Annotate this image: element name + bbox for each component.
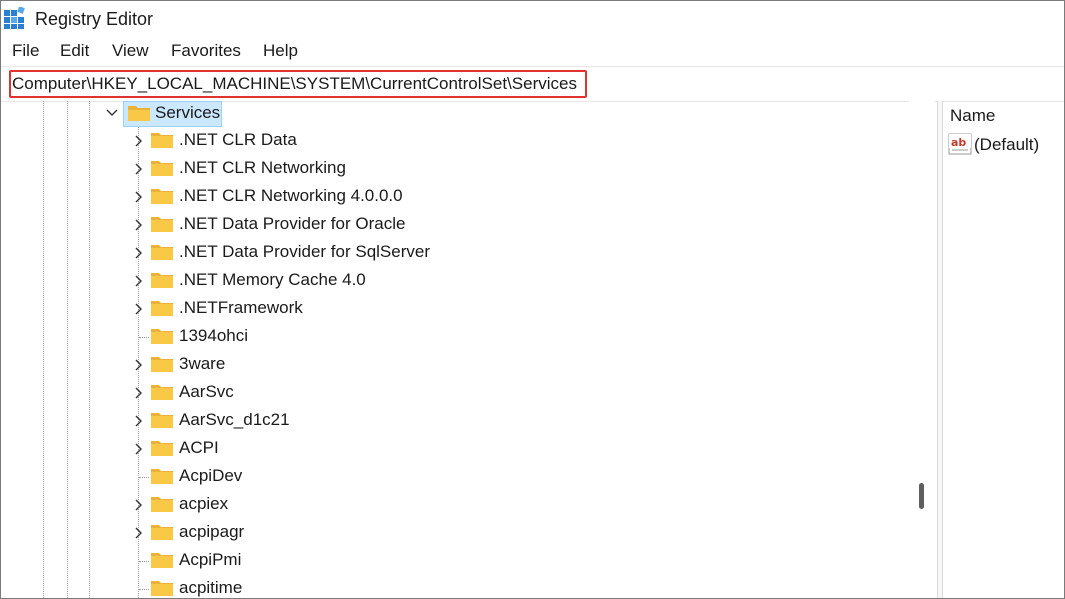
- tree-node-label: acpipagr: [179, 522, 245, 541]
- folder-icon: [151, 497, 173, 512]
- tree-node-label: AcpiDev: [179, 466, 243, 485]
- tree-connector-line: [139, 477, 149, 478]
- chevron-right-icon[interactable]: [131, 246, 145, 260]
- chevron-right-icon[interactable]: [131, 526, 145, 540]
- folder-icon: [151, 441, 173, 456]
- tree-node-label: .NET Data Provider for SqlServer: [179, 242, 430, 261]
- value-name: (Default): [974, 135, 1040, 154]
- menu-view[interactable]: View: [112, 41, 149, 61]
- scrollbar-thumb[interactable]: [919, 483, 924, 509]
- tree-node[interactable]: .NET Data Provider for SqlServer: [1, 239, 909, 267]
- chevron-right-icon[interactable]: [131, 218, 145, 232]
- window-title: Registry Editor: [35, 9, 154, 29]
- folder-icon: [151, 525, 173, 540]
- folder-icon: [151, 385, 173, 400]
- registry-editor-window: Registry Editor File Edit View Favorites…: [0, 0, 1065, 599]
- folder-icon: [151, 217, 173, 232]
- menu-edit[interactable]: Edit: [60, 41, 89, 61]
- folder-icon: [151, 581, 173, 596]
- chevron-right-icon[interactable]: [131, 274, 145, 288]
- chevron-right-icon[interactable]: [131, 442, 145, 456]
- value-row-default[interactable]: ab (Default): [947, 131, 1064, 157]
- address-bar: [1, 66, 1064, 102]
- folder-icon: [151, 329, 173, 344]
- tree-node[interactable]: .NET Data Provider for Oracle: [1, 211, 909, 239]
- tree-connector-line: [139, 589, 149, 590]
- svg-text:ab: ab: [951, 136, 966, 149]
- folder-icon: [151, 189, 173, 204]
- folder-open-icon: [128, 106, 150, 121]
- tree-node-services[interactable]: Services: [1, 101, 909, 129]
- chevron-right-icon[interactable]: [131, 134, 145, 148]
- key-tree-pane: Services .NET CLR Data .NET CLR Networkin…: [1, 101, 909, 598]
- string-value-icon: ab: [948, 133, 972, 155]
- tree-node-label: .NET CLR Networking: [179, 158, 346, 177]
- tree-node-label: AarSvc: [179, 382, 234, 401]
- tree-node-label: ACPI: [179, 438, 219, 457]
- tree-node[interactable]: AarSvc_d1c21: [1, 407, 909, 435]
- column-header-name[interactable]: Name: [950, 106, 995, 126]
- tree-node[interactable]: AcpiPmi: [1, 547, 909, 575]
- menu-file[interactable]: File: [12, 41, 39, 61]
- tree-connector-line: [139, 561, 149, 562]
- title-bar[interactable]: Registry Editor: [1, 1, 1064, 37]
- tree-node[interactable]: .NET Memory Cache 4.0: [1, 267, 909, 295]
- tree-node-label: acpitime: [179, 578, 243, 597]
- menu-favorites[interactable]: Favorites: [171, 41, 241, 61]
- folder-icon: [151, 301, 173, 316]
- tree-node[interactable]: .NET CLR Networking: [1, 155, 909, 183]
- chevron-right-icon[interactable]: [131, 498, 145, 512]
- tree-node-label: .NET CLR Data: [179, 130, 297, 149]
- address-input[interactable]: [9, 70, 587, 98]
- tree-scrollbar[interactable]: [909, 101, 935, 598]
- tree-node-label: .NET Data Provider for Oracle: [179, 214, 406, 233]
- tree-node-label: Services: [155, 103, 221, 122]
- tree-node-label: AarSvc_d1c21: [179, 410, 290, 429]
- chevron-right-icon[interactable]: [131, 162, 145, 176]
- tree-node[interactable]: acpiex: [1, 491, 909, 519]
- tree-node-label: 3ware: [179, 354, 226, 373]
- tree-node-label: 1394ohci: [179, 326, 249, 345]
- folder-icon: [151, 357, 173, 372]
- tree-node[interactable]: .NET CLR Data: [1, 127, 909, 155]
- tree-node[interactable]: acpitime: [1, 575, 909, 598]
- folder-icon: [151, 161, 173, 176]
- folder-icon: [151, 469, 173, 484]
- tree-node[interactable]: .NET CLR Networking 4.0.0.0: [1, 183, 909, 211]
- tree-node-label: .NETFramework: [179, 298, 303, 317]
- tree-node-label: AcpiPmi: [179, 550, 242, 569]
- tree-node-label: acpiex: [179, 494, 229, 513]
- menu-help[interactable]: Help: [263, 41, 298, 61]
- folder-icon: [151, 273, 173, 288]
- tree-node[interactable]: 1394ohci: [1, 323, 909, 351]
- values-pane: Name ab (Default): [943, 101, 1064, 598]
- folder-icon: [151, 413, 173, 428]
- chevron-down-icon[interactable]: [105, 106, 119, 120]
- tree-node[interactable]: 3ware: [1, 351, 909, 379]
- folder-icon: [151, 245, 173, 260]
- folder-icon: [151, 553, 173, 568]
- menu-bar: File Edit View Favorites Help: [1, 38, 1064, 64]
- tree-node-label: .NET CLR Networking 4.0.0.0: [179, 186, 403, 205]
- tree-node[interactable]: acpipagr: [1, 519, 909, 547]
- registry-editor-app-icon: [4, 7, 25, 29]
- tree-node[interactable]: .NETFramework: [1, 295, 909, 323]
- chevron-right-icon[interactable]: [131, 190, 145, 204]
- folder-icon: [151, 133, 173, 148]
- chevron-right-icon[interactable]: [131, 358, 145, 372]
- tree-connector-line: [139, 337, 149, 338]
- chevron-right-icon[interactable]: [131, 302, 145, 316]
- tree-node[interactable]: AcpiDev: [1, 463, 909, 491]
- tree-node[interactable]: ACPI: [1, 435, 909, 463]
- chevron-right-icon[interactable]: [131, 414, 145, 428]
- chevron-right-icon[interactable]: [131, 386, 145, 400]
- tree-node-label: .NET Memory Cache 4.0: [179, 270, 366, 289]
- tree-node[interactable]: AarSvc: [1, 379, 909, 407]
